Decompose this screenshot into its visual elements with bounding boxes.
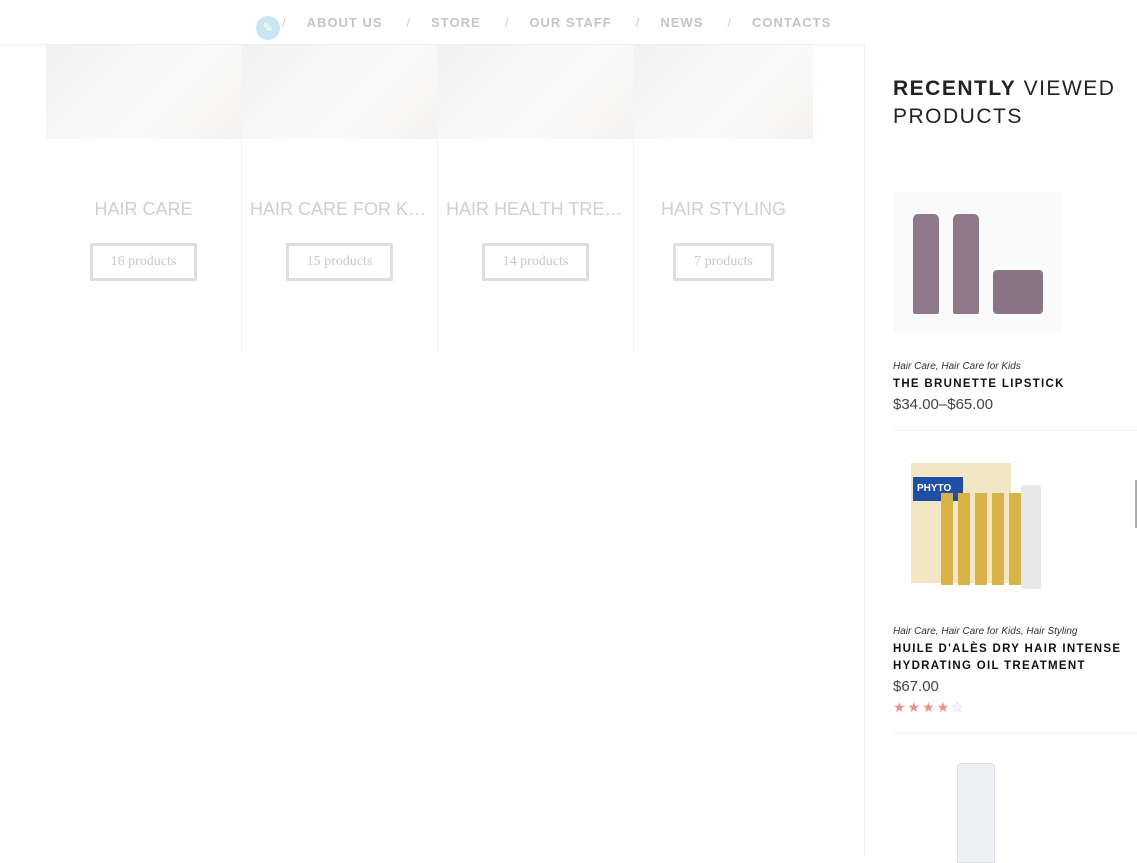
category-tile[interactable]: HAIR HEALTH TREATMENTS 14 products [438,45,634,353]
category-grid: HAIR CARE 16 products HAIR CARE FOR KIDS 1… [46,45,813,353]
product-price: $67.00 [893,678,939,695]
nav-separator: / [727,15,732,30]
category-count-button[interactable]: 15 products [285,243,394,281]
star-icon: ★★★★ [893,699,952,715]
divider [893,430,1137,431]
nav-separator: / [504,15,510,30]
category-image[interactable] [438,45,633,139]
category-tile[interactable]: HAIR CARE 16 products [46,45,242,353]
recently-viewed-sidebar: RECENTLY VIEWED PRODUCTS Hair Care, Hair… [864,45,1137,863]
star-empty-icon: ☆ [951,699,966,715]
nav-contacts[interactable]: CONTACTS [752,15,831,30]
rating-stars: ★★★★☆ [893,699,1137,716]
category-title[interactable]: HAIR HEALTH TREATMENTS [438,199,633,220]
nav-separator: / [282,15,287,30]
nav-separator: / [406,15,412,30]
category-count-button[interactable]: 16 products [89,243,198,281]
category-tile[interactable]: HAIR STYLING 7 products [634,45,813,353]
main-nav: / ABOUT US / STORE / OUR STAFF / NEWS / CONTA… [282,15,855,30]
category-image[interactable] [242,45,437,139]
product-image[interactable]: PHYTO [893,455,1058,605]
pencil-logo-icon[interactable]: ✎ [256,16,280,40]
category-tile[interactable]: HAIR CARE FOR KIDS 15 products [242,45,438,353]
nav-store[interactable]: STORE [431,15,481,30]
product-name[interactable]: HUILE D'ALÈS DRY HAIR INTENSE HYDRATING … [893,641,1137,675]
nav-news[interactable]: NEWS [660,15,703,30]
product-price: $34.00–$65.00 [893,396,994,413]
category-count-button[interactable]: 7 products [673,243,774,281]
nav-separator: / [635,15,641,30]
category-image[interactable] [46,45,241,139]
product-categories[interactable]: Hair Care, Hair Care for Kids, Hair Styl… [893,626,1137,637]
divider [893,732,1137,733]
header: ✎ / ABOUT US / STORE / OUR STAFF / NEWS / CON… [0,0,864,45]
nav-about-us[interactable]: ABOUT US [307,15,383,30]
category-title[interactable]: HAIR STYLING [634,199,813,220]
category-title[interactable]: HAIR CARE FOR KIDS [242,199,437,220]
nav-our-staff[interactable]: OUR STAFF [529,15,611,30]
category-count-button[interactable]: 14 products [481,243,590,281]
title-bold: RECENTLY [893,77,1017,100]
sidebar-title: RECENTLY VIEWED PRODUCTS [893,75,1137,131]
product-card: PHYTO Hair Care, Hair Care for Kids, Hai… [893,455,1137,716]
category-title[interactable]: HAIR CARE [46,199,241,220]
product-name[interactable]: THE BRUNETTE LIPSTICK [893,376,1137,393]
product-categories[interactable]: Hair Care, Hair Care for Kids [893,361,1137,372]
product-card: Hair Care, Hair Care for Kids THE BRUNET… [893,192,1137,413]
product-image[interactable] [893,192,1061,333]
product-image[interactable] [957,763,995,863]
category-image[interactable] [634,45,813,139]
